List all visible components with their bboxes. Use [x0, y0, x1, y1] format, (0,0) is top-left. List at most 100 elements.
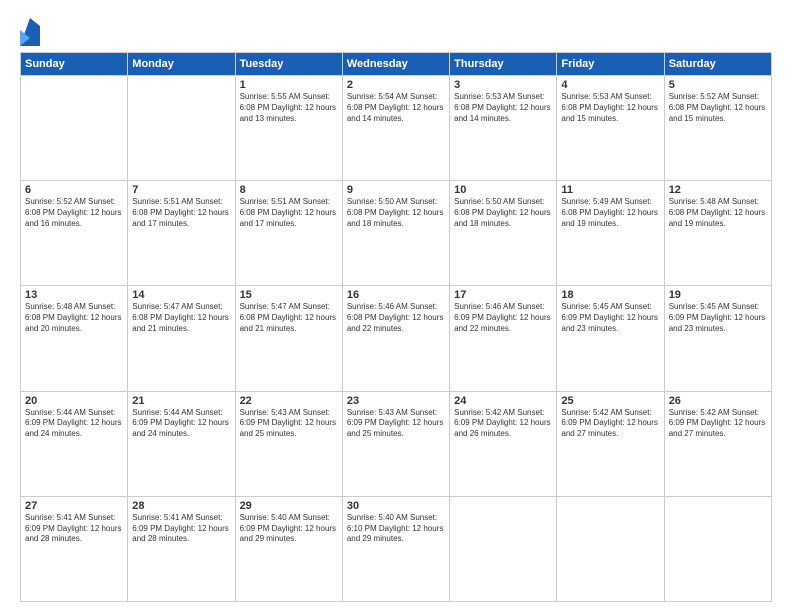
day-info: Sunrise: 5:45 AM Sunset: 6:09 PM Dayligh… — [561, 302, 659, 334]
day-header-tuesday: Tuesday — [235, 53, 342, 76]
day-info: Sunrise: 5:48 AM Sunset: 6:08 PM Dayligh… — [669, 197, 767, 229]
day-cell: 13Sunrise: 5:48 AM Sunset: 6:08 PM Dayli… — [21, 286, 128, 391]
day-cell: 6Sunrise: 5:52 AM Sunset: 6:08 PM Daylig… — [21, 181, 128, 286]
day-number: 16 — [347, 289, 445, 301]
header — [20, 18, 772, 46]
day-number: 5 — [669, 79, 767, 91]
day-info: Sunrise: 5:53 AM Sunset: 6:08 PM Dayligh… — [561, 92, 659, 124]
day-cell: 24Sunrise: 5:42 AM Sunset: 6:09 PM Dayli… — [450, 391, 557, 496]
day-info: Sunrise: 5:50 AM Sunset: 6:08 PM Dayligh… — [454, 197, 552, 229]
day-info: Sunrise: 5:41 AM Sunset: 6:09 PM Dayligh… — [132, 513, 230, 545]
day-cell: 23Sunrise: 5:43 AM Sunset: 6:09 PM Dayli… — [342, 391, 449, 496]
day-info: Sunrise: 5:44 AM Sunset: 6:09 PM Dayligh… — [132, 408, 230, 440]
day-cell: 14Sunrise: 5:47 AM Sunset: 6:08 PM Dayli… — [128, 286, 235, 391]
day-info: Sunrise: 5:43 AM Sunset: 6:09 PM Dayligh… — [347, 408, 445, 440]
day-number: 11 — [561, 184, 659, 196]
day-cell: 28Sunrise: 5:41 AM Sunset: 6:09 PM Dayli… — [128, 496, 235, 601]
day-info: Sunrise: 5:44 AM Sunset: 6:09 PM Dayligh… — [25, 408, 123, 440]
day-info: Sunrise: 5:47 AM Sunset: 6:08 PM Dayligh… — [132, 302, 230, 334]
day-info: Sunrise: 5:42 AM Sunset: 6:09 PM Dayligh… — [454, 408, 552, 440]
day-header-friday: Friday — [557, 53, 664, 76]
day-number: 14 — [132, 289, 230, 301]
day-header-thursday: Thursday — [450, 53, 557, 76]
calendar-header: SundayMondayTuesdayWednesdayThursdayFrid… — [21, 53, 772, 76]
logo — [20, 18, 44, 46]
day-cell: 27Sunrise: 5:41 AM Sunset: 6:09 PM Dayli… — [21, 496, 128, 601]
day-number: 20 — [25, 395, 123, 407]
day-info: Sunrise: 5:50 AM Sunset: 6:08 PM Dayligh… — [347, 197, 445, 229]
day-number: 1 — [240, 79, 338, 91]
day-cell: 9Sunrise: 5:50 AM Sunset: 6:08 PM Daylig… — [342, 181, 449, 286]
day-number: 21 — [132, 395, 230, 407]
day-info: Sunrise: 5:53 AM Sunset: 6:08 PM Dayligh… — [454, 92, 552, 124]
week-row-2: 13Sunrise: 5:48 AM Sunset: 6:08 PM Dayli… — [21, 286, 772, 391]
day-number: 26 — [669, 395, 767, 407]
day-cell — [664, 496, 771, 601]
day-cell: 4Sunrise: 5:53 AM Sunset: 6:08 PM Daylig… — [557, 76, 664, 181]
day-info: Sunrise: 5:48 AM Sunset: 6:08 PM Dayligh… — [25, 302, 123, 334]
day-cell: 7Sunrise: 5:51 AM Sunset: 6:08 PM Daylig… — [128, 181, 235, 286]
day-number: 6 — [25, 184, 123, 196]
day-cell: 8Sunrise: 5:51 AM Sunset: 6:08 PM Daylig… — [235, 181, 342, 286]
day-cell: 18Sunrise: 5:45 AM Sunset: 6:09 PM Dayli… — [557, 286, 664, 391]
day-info: Sunrise: 5:47 AM Sunset: 6:08 PM Dayligh… — [240, 302, 338, 334]
day-info: Sunrise: 5:46 AM Sunset: 6:09 PM Dayligh… — [454, 302, 552, 334]
day-cell: 19Sunrise: 5:45 AM Sunset: 6:09 PM Dayli… — [664, 286, 771, 391]
day-info: Sunrise: 5:51 AM Sunset: 6:08 PM Dayligh… — [240, 197, 338, 229]
day-number: 17 — [454, 289, 552, 301]
day-info: Sunrise: 5:52 AM Sunset: 6:08 PM Dayligh… — [669, 92, 767, 124]
day-cell: 1Sunrise: 5:55 AM Sunset: 6:08 PM Daylig… — [235, 76, 342, 181]
day-number: 18 — [561, 289, 659, 301]
calendar-body: 1Sunrise: 5:55 AM Sunset: 6:08 PM Daylig… — [21, 76, 772, 602]
day-cell: 25Sunrise: 5:42 AM Sunset: 6:09 PM Dayli… — [557, 391, 664, 496]
day-header-sunday: Sunday — [21, 53, 128, 76]
day-cell — [128, 76, 235, 181]
day-number: 15 — [240, 289, 338, 301]
day-cell — [557, 496, 664, 601]
day-cell: 12Sunrise: 5:48 AM Sunset: 6:08 PM Dayli… — [664, 181, 771, 286]
day-info: Sunrise: 5:42 AM Sunset: 6:09 PM Dayligh… — [669, 408, 767, 440]
day-cell: 5Sunrise: 5:52 AM Sunset: 6:08 PM Daylig… — [664, 76, 771, 181]
day-number: 27 — [25, 500, 123, 512]
day-number: 22 — [240, 395, 338, 407]
day-cell — [21, 76, 128, 181]
day-header-saturday: Saturday — [664, 53, 771, 76]
day-cell: 17Sunrise: 5:46 AM Sunset: 6:09 PM Dayli… — [450, 286, 557, 391]
day-info: Sunrise: 5:40 AM Sunset: 6:09 PM Dayligh… — [240, 513, 338, 545]
calendar: SundayMondayTuesdayWednesdayThursdayFrid… — [20, 52, 772, 602]
day-header-wednesday: Wednesday — [342, 53, 449, 76]
logo-icon — [20, 18, 40, 46]
day-cell: 3Sunrise: 5:53 AM Sunset: 6:08 PM Daylig… — [450, 76, 557, 181]
day-cell: 30Sunrise: 5:40 AM Sunset: 6:10 PM Dayli… — [342, 496, 449, 601]
day-number: 7 — [132, 184, 230, 196]
day-cell: 26Sunrise: 5:42 AM Sunset: 6:09 PM Dayli… — [664, 391, 771, 496]
week-row-4: 27Sunrise: 5:41 AM Sunset: 6:09 PM Dayli… — [21, 496, 772, 601]
day-cell — [450, 496, 557, 601]
day-number: 4 — [561, 79, 659, 91]
day-info: Sunrise: 5:40 AM Sunset: 6:10 PM Dayligh… — [347, 513, 445, 545]
day-cell: 21Sunrise: 5:44 AM Sunset: 6:09 PM Dayli… — [128, 391, 235, 496]
day-info: Sunrise: 5:54 AM Sunset: 6:08 PM Dayligh… — [347, 92, 445, 124]
day-number: 19 — [669, 289, 767, 301]
day-info: Sunrise: 5:51 AM Sunset: 6:08 PM Dayligh… — [132, 197, 230, 229]
day-number: 23 — [347, 395, 445, 407]
day-cell: 11Sunrise: 5:49 AM Sunset: 6:08 PM Dayli… — [557, 181, 664, 286]
day-info: Sunrise: 5:52 AM Sunset: 6:08 PM Dayligh… — [25, 197, 123, 229]
day-number: 12 — [669, 184, 767, 196]
day-info: Sunrise: 5:49 AM Sunset: 6:08 PM Dayligh… — [561, 197, 659, 229]
day-number: 13 — [25, 289, 123, 301]
week-row-1: 6Sunrise: 5:52 AM Sunset: 6:08 PM Daylig… — [21, 181, 772, 286]
day-cell: 20Sunrise: 5:44 AM Sunset: 6:09 PM Dayli… — [21, 391, 128, 496]
day-number: 3 — [454, 79, 552, 91]
day-info: Sunrise: 5:55 AM Sunset: 6:08 PM Dayligh… — [240, 92, 338, 124]
day-cell: 10Sunrise: 5:50 AM Sunset: 6:08 PM Dayli… — [450, 181, 557, 286]
day-cell: 15Sunrise: 5:47 AM Sunset: 6:08 PM Dayli… — [235, 286, 342, 391]
day-number: 9 — [347, 184, 445, 196]
day-info: Sunrise: 5:46 AM Sunset: 6:08 PM Dayligh… — [347, 302, 445, 334]
page: SundayMondayTuesdayWednesdayThursdayFrid… — [0, 0, 792, 612]
header-row: SundayMondayTuesdayWednesdayThursdayFrid… — [21, 53, 772, 76]
day-info: Sunrise: 5:41 AM Sunset: 6:09 PM Dayligh… — [25, 513, 123, 545]
day-cell: 2Sunrise: 5:54 AM Sunset: 6:08 PM Daylig… — [342, 76, 449, 181]
week-row-0: 1Sunrise: 5:55 AM Sunset: 6:08 PM Daylig… — [21, 76, 772, 181]
day-number: 30 — [347, 500, 445, 512]
